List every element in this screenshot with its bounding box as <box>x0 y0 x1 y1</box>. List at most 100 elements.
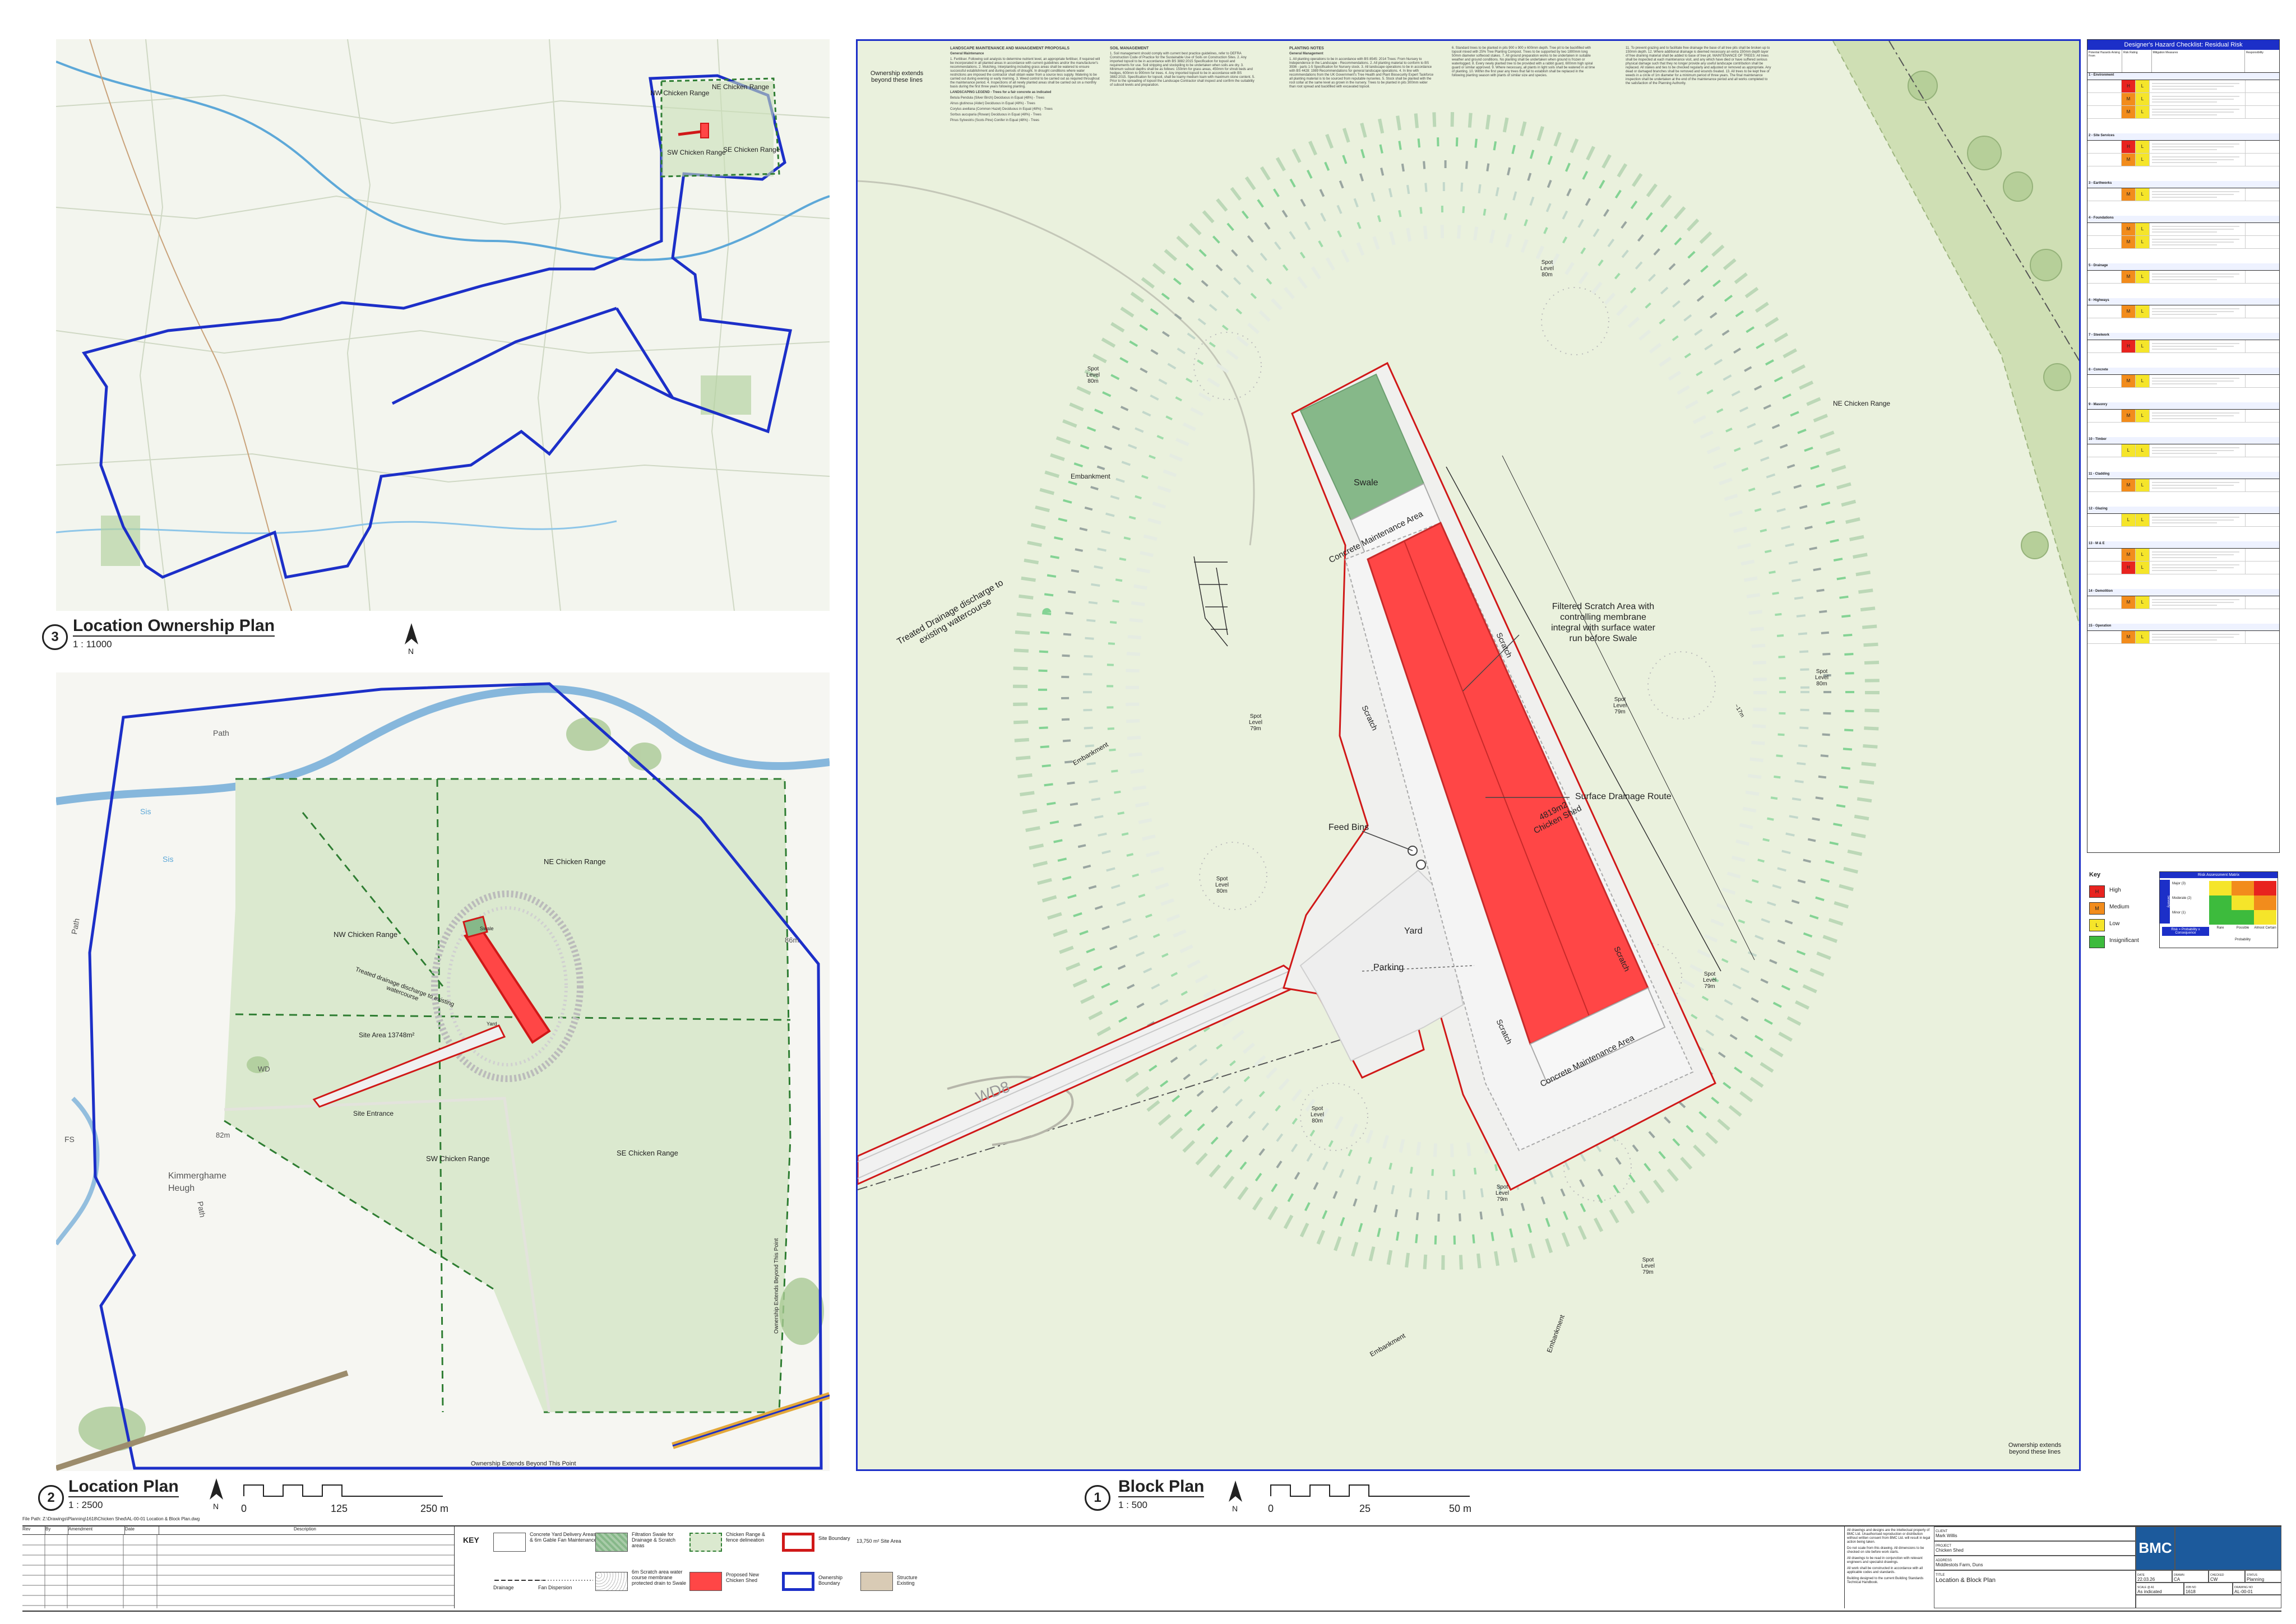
risk-matrix-grid <box>2209 881 2276 925</box>
risk-after: L <box>2136 410 2150 422</box>
risk-before: L <box>2122 514 2136 526</box>
hazard-section-header: 11 - Cladding <box>2087 472 2279 479</box>
notes-column-5: 11. To prevent grazing and to facilitate… <box>1626 47 1771 85</box>
hazard-row: LL <box>2087 444 2279 457</box>
bp-surface-drainage-label: Surface Drainage Route <box>1575 792 1672 801</box>
own-nw-label: NW Chicken Range <box>650 89 710 97</box>
risk-before: H <box>2122 80 2136 92</box>
lp-place-label: Kimmerghame Heugh <box>168 1171 227 1193</box>
risk-after: L <box>2136 106 2150 118</box>
key-label-scratch: 6m Scratch area water course membrane pr… <box>632 1569 687 1586</box>
risk-after: L <box>2136 631 2150 643</box>
tb-job-no: JOB NO 1618 <box>2184 1583 2233 1595</box>
hazard-row: ML <box>2087 236 2279 249</box>
risk-key-label: Medium <box>2109 904 2130 910</box>
key-label-site-area: 13,750 m² Site Area <box>857 1538 901 1544</box>
key-swatch-concrete <box>493 1533 526 1552</box>
risk-matrix: Risk Assessment Matrix Severity Major (3… <box>2159 871 2278 948</box>
hazard-row: ML <box>2087 305 2279 318</box>
risk-before: H <box>2122 340 2136 352</box>
location-map: NE Chicken Range NW Chicken Range SW Chi… <box>56 672 830 1471</box>
view-number-2: 2 <box>38 1485 64 1511</box>
key-swatch-scratch <box>595 1572 628 1591</box>
risk-key-title: Key <box>2089 871 2101 878</box>
own-ne-label: NE Chicken Range <box>712 83 770 91</box>
risk-after: L <box>2136 80 2150 92</box>
notes-soil: SOIL MANAGEMENT 1. Soil management shoul… <box>1110 47 1255 87</box>
hazard-section-header: 4 - Foundations <box>2087 216 2279 223</box>
risk-before: M <box>2122 154 2136 166</box>
key-label-site-boundary: Site Boundary <box>818 1535 850 1541</box>
tb-client: CLIENT Mark Willis <box>1934 1526 2136 1541</box>
bp-spot-8: Spot Level 80m <box>1311 1106 1324 1124</box>
drawing-sheet: { "sheet": { "drawing_title": "Location … <box>0 0 2296 1624</box>
revisions-table: Rev By Amendment Date Description <box>22 1526 455 1608</box>
risk-after: L <box>2136 305 2150 318</box>
firm-address-block <box>2175 1526 2281 1570</box>
own-se-label: SE Chicken Range <box>723 146 780 154</box>
bp-spot-10: Spot Level 79m <box>1641 1257 1655 1275</box>
bp-ownership-top: Ownership extends beyond these lines <box>870 70 924 83</box>
own-sw-label: SW Chicken Range <box>667 149 726 156</box>
hazard-row: ML <box>2087 154 2279 166</box>
hazard-section-header: 14 - Demolition <box>2087 589 2279 596</box>
tb-date: DATE 22.03.26 <box>2136 1570 2172 1583</box>
tb-drawing-no: DRAWING NO AL-00-01 <box>2233 1583 2281 1595</box>
risk-before: M <box>2122 305 2136 318</box>
hazard-checklist: Designer's Hazard Checklist: Residual Ri… <box>2087 39 2280 853</box>
lp-sis-1: Sis <box>140 807 151 816</box>
hazard-section-header: 2 - Site Services <box>2087 133 2279 141</box>
risk-key-item: Insignificant <box>2089 936 2156 949</box>
hazard-section-header: 6 - Highways <box>2087 298 2279 305</box>
block-scalebar <box>1270 1484 1470 1497</box>
lp-82m: 82m <box>216 1131 230 1139</box>
key-swatch-structure <box>860 1572 893 1591</box>
risk-before: H <box>2122 141 2136 153</box>
risk-after: L <box>2136 340 2150 352</box>
risk-after: L <box>2136 271 2150 283</box>
title-block-notes: All drawings and designs are the intelle… <box>1844 1526 1934 1608</box>
tb-blank <box>2136 1595 2281 1608</box>
risk-after: L <box>2136 549 2150 561</box>
key-label-chicken-range: Chicken Range & fence delineation <box>726 1532 766 1543</box>
north-arrow-icon: N <box>205 1477 228 1511</box>
risk-after: L <box>2136 444 2150 457</box>
hazard-section-header: 8 - Concrete <box>2087 368 2279 375</box>
risk-before: M <box>2122 410 2136 422</box>
hazard-section-header: 13 - M & E <box>2087 541 2279 549</box>
bp-filtered-label: Filtered Scratch Area with controlling m… <box>1551 602 1655 643</box>
hazard-row: ML <box>2087 188 2279 201</box>
lp-86m: 86m <box>785 936 799 944</box>
lp-nw-label: NW Chicken Range <box>334 930 398 939</box>
hazard-section-header: 1 - Environment <box>2087 73 2279 80</box>
hazard-row: ML <box>2087 106 2279 119</box>
bp-ownership-bottom: Ownership extends beyond these lines <box>2008 1442 2062 1455</box>
hazard-title: Designer's Hazard Checklist: Residual Ri… <box>2087 40 2279 50</box>
lp-yard-label: Yard <box>487 1021 497 1027</box>
hazard-row: ML <box>2087 375 2279 388</box>
hazard-section-header: 7 - Steelwork <box>2087 333 2279 340</box>
location-scalebar <box>243 1484 443 1497</box>
risk-after: L <box>2136 375 2150 387</box>
ownership-map-svg <box>56 39 830 611</box>
key-swatch-ownership <box>782 1572 814 1591</box>
ownership-plan-scale: 1 : 11000 <box>73 639 112 649</box>
tb-checked: CHECKED CW <box>2209 1570 2245 1583</box>
risk-after: L <box>2136 154 2150 166</box>
lp-scalebar-1: 125 <box>331 1503 348 1514</box>
hazard-row: ML <box>2087 549 2279 562</box>
risk-after: L <box>2136 562 2150 574</box>
hazard-row: ML <box>2087 93 2279 106</box>
block-plan-scale: 1 : 500 <box>1118 1500 1147 1510</box>
key-swatch-filtration <box>595 1533 628 1552</box>
lp-sis-2: Sis <box>163 855 174 864</box>
firm-logo: BMC <box>2136 1526 2175 1570</box>
risk-key-label: Low <box>2109 921 2120 927</box>
hazard-body: 1 - Environment H L M L M L 2 - Site Services H L… <box>2087 73 2279 658</box>
hazard-section-header: 10 - Timber <box>2087 437 2279 444</box>
risk-before: M <box>2122 549 2136 561</box>
location-plan-scale: 1 : 2500 <box>68 1500 103 1510</box>
risk-after: L <box>2136 514 2150 526</box>
risk-key-swatch: M <box>2089 902 2105 915</box>
notes-column-4: 6. Standard trees to be planted in pits … <box>1452 47 1595 77</box>
